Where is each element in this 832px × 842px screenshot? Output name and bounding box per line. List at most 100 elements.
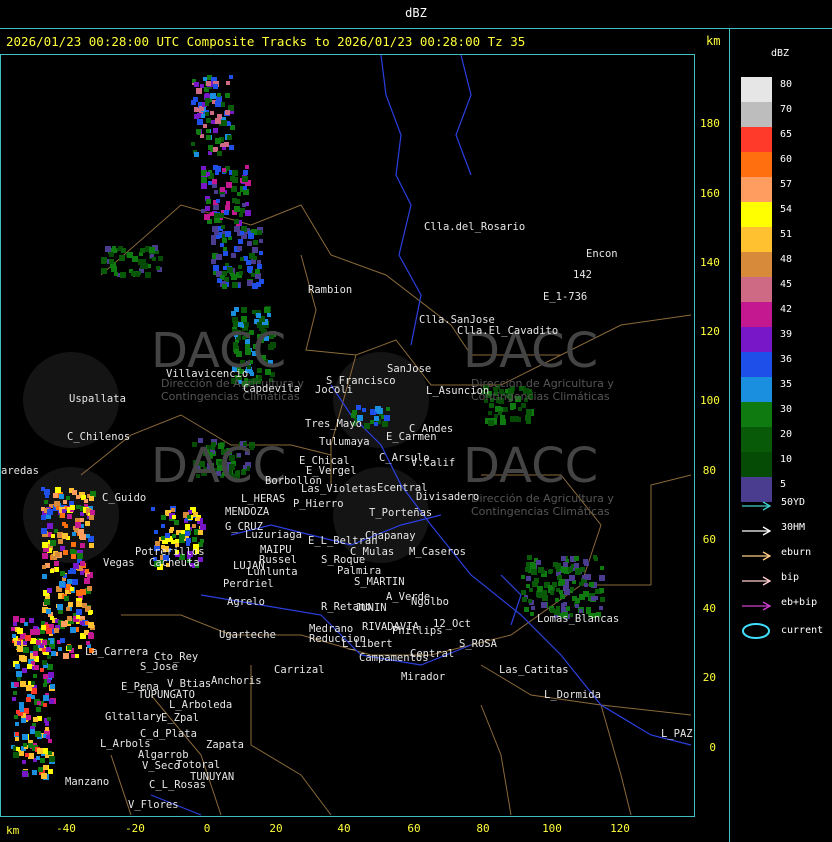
track-arrow-icon	[741, 547, 775, 561]
place-label: JUNIN	[355, 602, 387, 614]
place-label: S_Jose	[140, 661, 178, 673]
place-label: Ugarteche	[219, 629, 276, 641]
legend-swatch-60	[741, 152, 772, 177]
legend-swatch-42	[741, 302, 772, 327]
y-tick-label: 40	[702, 602, 716, 615]
track-label-eb+bip: eb+bip	[781, 597, 818, 608]
place-label: L_Arboleda	[169, 699, 233, 711]
place-label: Totoral	[176, 759, 221, 771]
y-tick-label: 120	[700, 325, 720, 338]
place-label: Gltallary	[105, 711, 162, 723]
x-tick-label: 100	[542, 822, 562, 835]
legend-swatch-70	[741, 102, 772, 127]
legend-value-5: 5	[780, 479, 787, 490]
place-label: C_Chilenos	[67, 431, 131, 443]
legend-swatch-36	[741, 352, 772, 377]
x-tick-label: 120	[610, 822, 630, 835]
legend-swatch-57	[741, 177, 772, 202]
current-ellipse-icon	[741, 622, 775, 639]
y-tick-label: 60	[702, 533, 716, 546]
x-tick-label: -40	[56, 822, 76, 835]
place-label: Villavicencio	[166, 368, 249, 380]
place-label: Rambion	[308, 284, 353, 296]
window-title: dBZ	[405, 6, 427, 20]
place-label: Uspallata	[69, 393, 126, 405]
place-label: Russel	[259, 554, 297, 566]
track-arrow-icon	[741, 597, 775, 611]
place-label: Encon	[586, 248, 618, 260]
legend-swatch-45	[741, 277, 772, 302]
legend-title: dBZ	[771, 48, 790, 59]
legend-value-51: 51	[780, 229, 793, 240]
place-label: MENDOZA	[225, 506, 270, 518]
legend-value-80: 80	[780, 79, 793, 90]
place-label: Tres_Mayo	[305, 418, 362, 430]
y-tick-label: 80	[702, 464, 716, 477]
place-label: E_1-736	[543, 291, 588, 303]
x-tick-label: 60	[407, 822, 421, 835]
legend-swatch-10	[741, 452, 772, 477]
y-tick-label: 100	[700, 394, 720, 407]
place-label: Carrizal	[274, 664, 325, 676]
place-label: L_HERAS	[241, 493, 286, 505]
legend-swatch-30	[741, 402, 772, 427]
place-label: Mirador	[401, 671, 446, 683]
composite-header: 2026/01/23 00:28:00 UTC Composite Tracks…	[6, 34, 526, 49]
place-label: Jocoli	[315, 384, 353, 396]
legend-value-30: 30	[780, 404, 793, 415]
legend-value-20: 20	[780, 429, 793, 440]
track-label-30HM: 30HM	[781, 522, 806, 533]
place-label: Manzano	[65, 776, 110, 788]
place-label: Perdriel	[223, 578, 274, 590]
legend-value-70: 70	[780, 104, 793, 115]
y-tick-label: 160	[700, 187, 720, 200]
place-label: 142	[573, 269, 592, 281]
place-label: C_Guido	[102, 492, 147, 504]
track-label-eburn: eburn	[781, 547, 812, 558]
place-labels: Clla.del_Rosario Encon 142 E_1-736 Rambion Cl…	[1, 55, 694, 816]
x-tick-label: 0	[203, 822, 211, 835]
place-label: L_PAZ	[661, 728, 693, 740]
legend-value-36: 36	[780, 354, 793, 365]
place-label: Chapanay	[365, 530, 416, 542]
place-label: S_MARTIN	[354, 576, 405, 588]
y-tick-label: 180	[700, 117, 720, 130]
place-label: Cacheuta	[149, 557, 200, 569]
x-tick-label: 80	[476, 822, 490, 835]
legend-swatch-65	[741, 127, 772, 152]
place-label: Ngolbo	[411, 596, 449, 608]
place-label: Las_Catitas	[499, 664, 569, 676]
track-label-current: current	[781, 625, 824, 636]
place-label: Las_Violetas	[301, 483, 377, 495]
x-tick-label: 20	[269, 822, 283, 835]
place-label: T_Porteñas	[369, 507, 433, 519]
place-label: C_L_Rosas	[149, 779, 206, 791]
track-label-bip: bip	[781, 572, 800, 583]
legend-swatch-35	[741, 377, 772, 402]
legend-swatch-80	[741, 77, 772, 102]
place-label: Zapata	[206, 739, 244, 751]
place-label: Clla.del_Rosario	[424, 221, 526, 233]
legend-swatch-39	[741, 327, 772, 352]
place-label: E_Zpal	[161, 712, 199, 724]
place-label: V_Flores	[128, 799, 179, 811]
y-tick-label: 140	[700, 256, 720, 269]
legend-swatch-20	[741, 427, 772, 452]
place-label: aredas	[1, 465, 39, 477]
y-tick-label: 20	[702, 671, 716, 684]
place-label: L_Dormida	[544, 689, 601, 701]
place-label: S_ROSA	[459, 638, 497, 650]
legend-value-65: 65	[780, 129, 793, 140]
track-arrow-icon	[741, 522, 775, 536]
place-label: Tulumaya	[319, 436, 370, 448]
legend-value-57: 57	[780, 179, 793, 190]
legend-value-10: 10	[780, 454, 793, 465]
place-label: V.Calif	[411, 457, 456, 469]
radar-map-panel[interactable]: DACC DACC DACC DACC Dirección de Agricul…	[0, 54, 695, 817]
place-label: Lomas_Blancas	[537, 613, 620, 625]
place-label: L_Asuncion	[426, 385, 490, 397]
legend-swatch-54	[741, 202, 772, 227]
legend-value-42: 42	[780, 304, 793, 315]
header-km-unit: km	[706, 34, 721, 48]
legend-value-45: 45	[780, 279, 793, 290]
